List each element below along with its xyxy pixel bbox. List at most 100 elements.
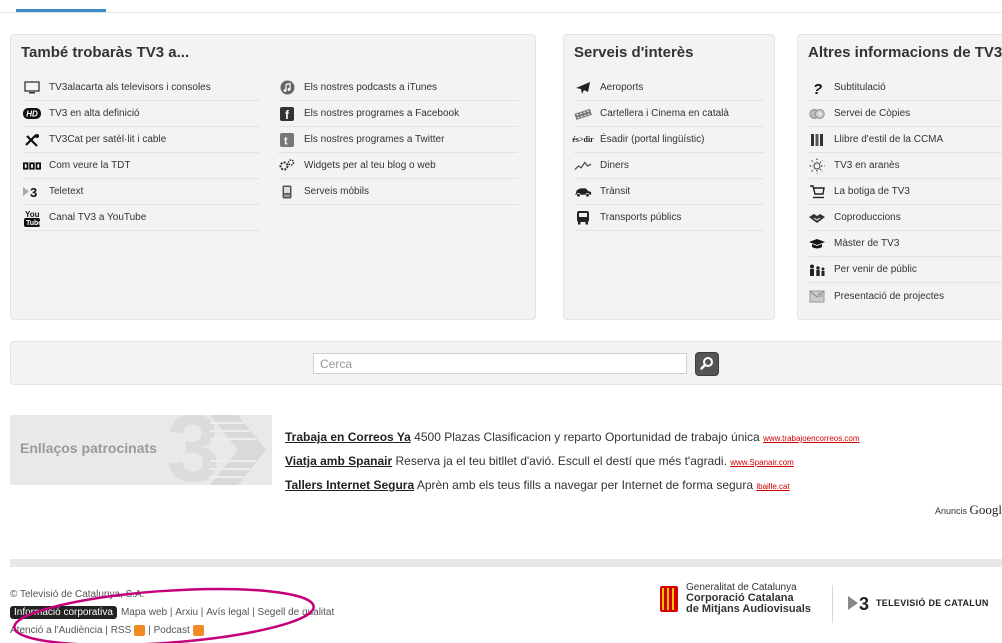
list-item[interactable]: YouTube Canal TV3 a YouTube [23,205,259,231]
sponsored-label: Enllaços patrocinats [20,440,157,456]
annotation-ellipse [4,585,320,643]
list-item[interactable]: Per venir de públic [808,257,1002,283]
list-item[interactable]: Diners [574,153,764,179]
list-item-label: Trànsit [600,186,630,197]
list-item[interactable]: Com veure la TDT [23,153,259,179]
list-item[interactable]: Cartellera i Cinema en català [574,101,764,127]
list-item-label: Per venir de públic [834,264,917,275]
ads-list: Trabaja en Correos Ya 4500 Plazas Clasif… [285,430,1002,502]
ad-url[interactable]: ibaille.cat [756,482,789,491]
search-input[interactable] [313,353,687,374]
tambe-panel: També trobaràs TV3 a... TV3alacarta als … [10,34,536,320]
svg-text:?: ? [813,81,822,95]
graduation-cap-icon [808,237,826,251]
esadir-logo-text: és>dir [572,135,593,144]
serveis-title: Serveis d'interès [574,44,693,61]
list-item-label: Teletext [49,186,83,197]
widgets-icon [278,159,296,173]
senyera-icon [660,586,678,612]
list-item[interactable]: fEls nostres programes a Facebook [278,101,518,127]
list-item[interactable]: Serveis mòbils [278,179,518,205]
list-item[interactable]: tEls nostres programes a Twitter [278,127,518,153]
satellite-icon [23,133,41,147]
question-icon: ? [808,81,826,95]
list-item[interactable]: Llibre d'estil de la CCMA [808,127,1002,153]
serveis-panel: Serveis d'interès Aeroports Cartellera i … [563,34,775,320]
google-logo: Googl [970,502,1002,517]
chart-icon [574,159,592,173]
hd-icon: HD [23,107,41,121]
list-item[interactable]: és>dir Ésadir (portal lingüístic) [574,127,764,153]
handshake-icon [808,211,826,225]
altres-title: Altres informacions de TV3 [808,44,1002,61]
search-icon [700,356,714,373]
list-item[interactable]: TV3 en aranès [808,153,1002,179]
list-item-label: TV3 en aranès [834,160,900,171]
list-item-label: Coproduccions [834,212,901,223]
list-item[interactable]: ? Subtitulació [808,75,1002,101]
list-item-label: Com veure la TDT [49,160,131,171]
altres-panel: Altres informacions de TV3 ? Subtitulació… [797,34,1002,320]
people-icon [808,263,826,277]
list-item[interactable]: Aeroports [574,75,764,101]
footer-divider [10,559,1002,567]
list-item[interactable]: Servei de Còpies [808,101,1002,127]
list-item[interactable]: Coproduccions [808,205,1002,231]
list-item[interactable]: La botiga de TV3 [808,179,1002,205]
list-item-label: Servei de Còpies [834,108,910,119]
gencat-text: Generalitat de Catalunya Corporació Cata… [686,582,811,615]
ad-title[interactable]: Trabaja en Correos Ya [285,430,411,444]
list-item[interactable]: Màster de TV3 [808,231,1002,257]
list-item[interactable]: Trànsit [574,179,764,205]
list-item-label: Ésadir (portal lingüístic) [600,134,704,145]
youtube-icon: YouTube [23,211,41,225]
list-item[interactable]: Widgets per al teu blog o web [278,153,518,179]
list-item[interactable]: 3 Teletext [23,179,259,205]
list-item-label: Transports públics [600,212,681,223]
list-item-label: Subtitulació [834,82,886,93]
list-item-label: Aeroports [600,82,643,93]
tvc-logo[interactable]: 3 TELEVISIÓ DE CATALUN [848,594,989,612]
ad-title[interactable]: Tallers Internet Segura [285,478,414,492]
footer: © Televisió de Catalunya, S.A. Informaci… [10,585,334,639]
search-button[interactable] [695,352,719,376]
list-item-label: Els nostres programes a Twitter [304,134,444,145]
svg-text:3: 3 [30,185,37,198]
active-tab-accent [16,9,106,12]
svg-text:Tube: Tube [26,220,40,227]
anuncis-label: Anuncis [935,506,967,516]
list-item[interactable]: TV3Cat per satèl·lit i cable [23,127,259,153]
list-item[interactable]: TV3alacarta als televisors i consoles [23,75,259,101]
teletext-icon: 3 [23,185,41,199]
list-item[interactable]: Presentació de projectes [808,283,1002,309]
list-item[interactable]: Els nostres podcasts a iTunes [278,75,518,101]
list-item-label: Canal TV3 a YouTube [49,212,146,223]
ad-text: Aprèn amb els teus fills a navegar per I… [414,478,756,492]
list-item-label: La botiga de TV3 [834,186,910,197]
gencat-line3: de Mitjans Audiovisuals [686,604,811,615]
tambe-left-list: TV3alacarta als televisors i consoles HD T… [23,75,259,231]
ad-url[interactable]: www.Spanair.com [730,458,794,467]
ads-by-google[interactable]: Anuncis Googl [935,502,1002,518]
list-item[interactable]: HD TV3 en alta definició [23,101,259,127]
list-item-label: Els nostres podcasts a iTunes [304,82,437,93]
esadir-icon: és>dir [574,133,592,147]
list-item-label: Diners [600,160,629,171]
list-item-label: Cartellera i Cinema en català [600,108,729,119]
list-item[interactable]: Transports públics [574,205,764,231]
ad-title[interactable]: Viatja amb Spanair [285,454,392,468]
list-item-label: TV3 en alta definició [49,108,140,119]
monitor-icon [23,81,41,95]
list-item-label: Widgets per al teu blog o web [304,160,436,171]
svg-text:HD: HD [26,110,38,119]
list-item-label: TV3alacarta als televisors i consoles [49,82,211,93]
tv3-logo-icon: 3 [848,594,876,612]
top-bar [0,0,1002,13]
ad-url[interactable]: www.trabajoencorreos.com [763,434,859,443]
gencat-logo[interactable]: Generalitat de Catalunya Corporació Cata… [660,582,811,615]
tdt-icon [23,159,41,173]
list-item-label: Llibre d'estil de la CCMA [834,134,943,145]
books-icon [808,133,826,147]
bus-icon [574,211,592,225]
ad-item: Tallers Internet Segura Aprèn amb els te… [285,478,1002,502]
